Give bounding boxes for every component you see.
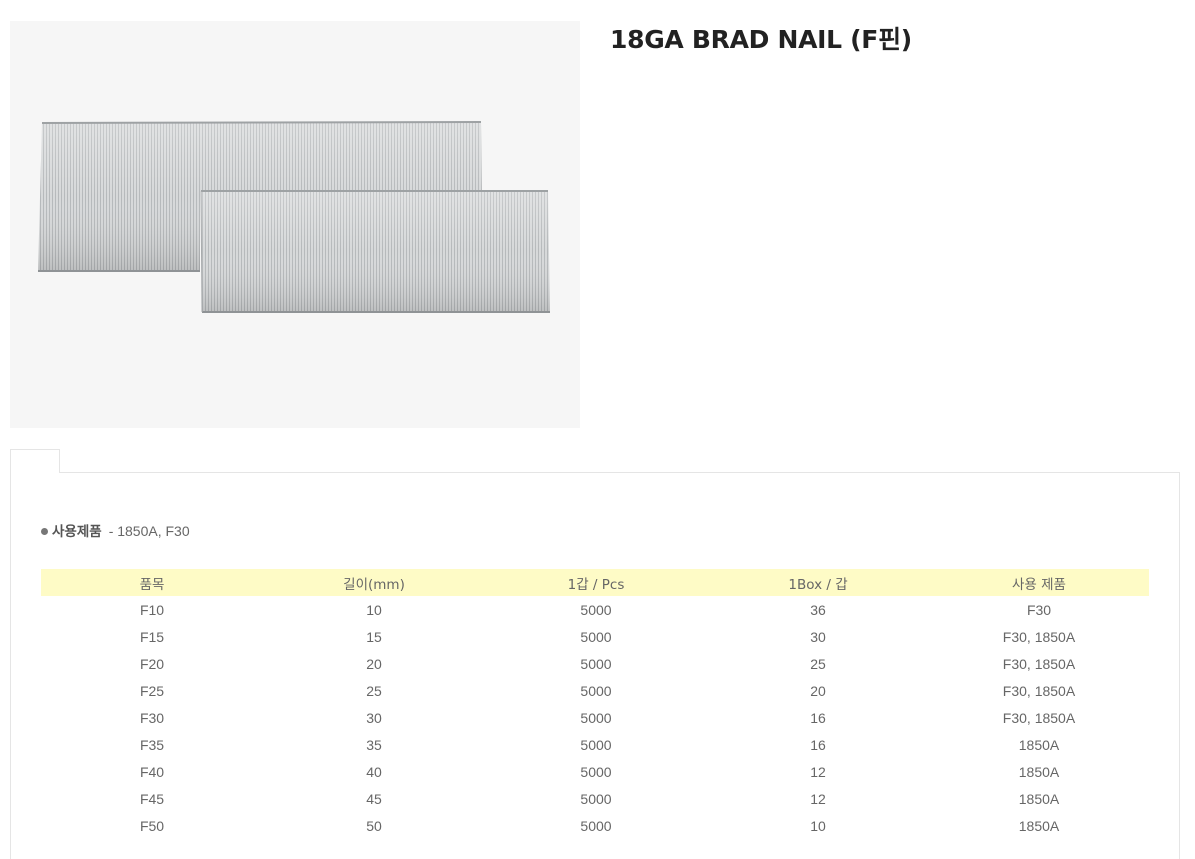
header-packs-per-box: 1Box / 갑 xyxy=(707,569,929,596)
cell-box: 36 xyxy=(810,601,826,618)
table-row: F10 10 5000 36 F30 xyxy=(41,596,1149,623)
cell-compatible: F30 xyxy=(1026,601,1052,618)
cell-compatible: 1850A xyxy=(1018,736,1060,753)
cell-length: 20 xyxy=(366,655,382,672)
cell-pcs: 5000 xyxy=(580,763,612,780)
table-row: F15 15 5000 30 F30, 1850A xyxy=(41,623,1149,650)
table-row: F25 25 5000 20 F30, 1850A xyxy=(41,677,1149,704)
cell-length: 50 xyxy=(366,817,382,834)
cell-compatible: F30, 1850A xyxy=(1002,682,1076,699)
header-compatible-product: 사용 제품 xyxy=(929,569,1149,596)
cell-item: F50 xyxy=(139,817,165,834)
brad-nail-strips-image xyxy=(38,121,550,313)
cell-box: 25 xyxy=(810,655,826,672)
cell-compatible: 1850A xyxy=(1018,790,1060,807)
bullet-icon xyxy=(41,527,48,535)
table-header-row: 품목 길이(mm) 1갑 / Pcs 1Box / 갑 사용 제품 xyxy=(41,569,1149,596)
table-row: F20 20 5000 25 F30, 1850A xyxy=(41,650,1149,677)
cell-item: F45 xyxy=(139,790,165,807)
cell-pcs: 5000 xyxy=(580,736,612,753)
cell-compatible: F30, 1850A xyxy=(1002,655,1076,672)
cell-length: 25 xyxy=(366,682,382,699)
cell-compatible: 1850A xyxy=(1018,817,1060,834)
cell-item: F15 xyxy=(139,628,165,645)
cell-pcs: 5000 xyxy=(580,628,612,645)
cell-length: 30 xyxy=(366,709,382,726)
detail-tab[interactable] xyxy=(10,449,60,473)
cell-box: 16 xyxy=(810,709,826,726)
cell-pcs: 5000 xyxy=(580,682,612,699)
cell-item: F25 xyxy=(139,682,165,699)
cell-item: F10 xyxy=(139,601,165,618)
cell-pcs: 5000 xyxy=(580,709,612,726)
usage-line: 사용제품 - 1850A, F30 xyxy=(41,520,190,540)
cell-box: 30 xyxy=(810,628,826,645)
product-image xyxy=(10,21,580,428)
usage-value: - 1850A, F30 xyxy=(108,523,190,539)
cell-pcs: 5000 xyxy=(580,601,612,618)
cell-box: 10 xyxy=(810,817,826,834)
table-row: F45 45 5000 12 1850A xyxy=(41,785,1149,812)
cell-length: 15 xyxy=(366,628,382,645)
cell-item: F35 xyxy=(139,736,165,753)
cell-pcs: 5000 xyxy=(580,655,612,672)
cell-item: F20 xyxy=(139,655,165,672)
table-row: F35 35 5000 16 1850A xyxy=(41,731,1149,758)
header-length: 길이(mm) xyxy=(263,569,485,596)
cell-length: 45 xyxy=(366,790,382,807)
cell-length: 40 xyxy=(366,763,382,780)
spec-table: 품목 길이(mm) 1갑 / Pcs 1Box / 갑 사용 제품 F10 10 5… xyxy=(41,569,1149,839)
cell-item: F30 xyxy=(139,709,165,726)
table-row: F30 30 5000 16 F30, 1850A xyxy=(41,704,1149,731)
usage-label: 사용제품 xyxy=(52,524,102,540)
header-item: 품목 xyxy=(41,569,263,596)
cell-compatible: 1850A xyxy=(1018,763,1060,780)
cell-box: 12 xyxy=(810,790,826,807)
cell-pcs: 5000 xyxy=(580,817,612,834)
cell-item: F40 xyxy=(139,763,165,780)
table-row: F40 40 5000 12 1850A xyxy=(41,758,1149,785)
header-pcs-per-pack: 1갑 / Pcs xyxy=(485,569,707,596)
cell-compatible: F30, 1850A xyxy=(1002,709,1076,726)
cell-length: 35 xyxy=(366,736,382,753)
cell-box: 20 xyxy=(810,682,826,699)
cell-box: 16 xyxy=(810,736,826,753)
table-row: F50 50 5000 10 1850A xyxy=(41,812,1149,839)
cell-compatible: F30, 1850A xyxy=(1002,628,1076,645)
cell-box: 12 xyxy=(810,763,826,780)
product-title: 18GA BRAD NAIL (F핀) xyxy=(610,25,912,54)
cell-length: 10 xyxy=(366,601,382,618)
cell-pcs: 5000 xyxy=(580,790,612,807)
